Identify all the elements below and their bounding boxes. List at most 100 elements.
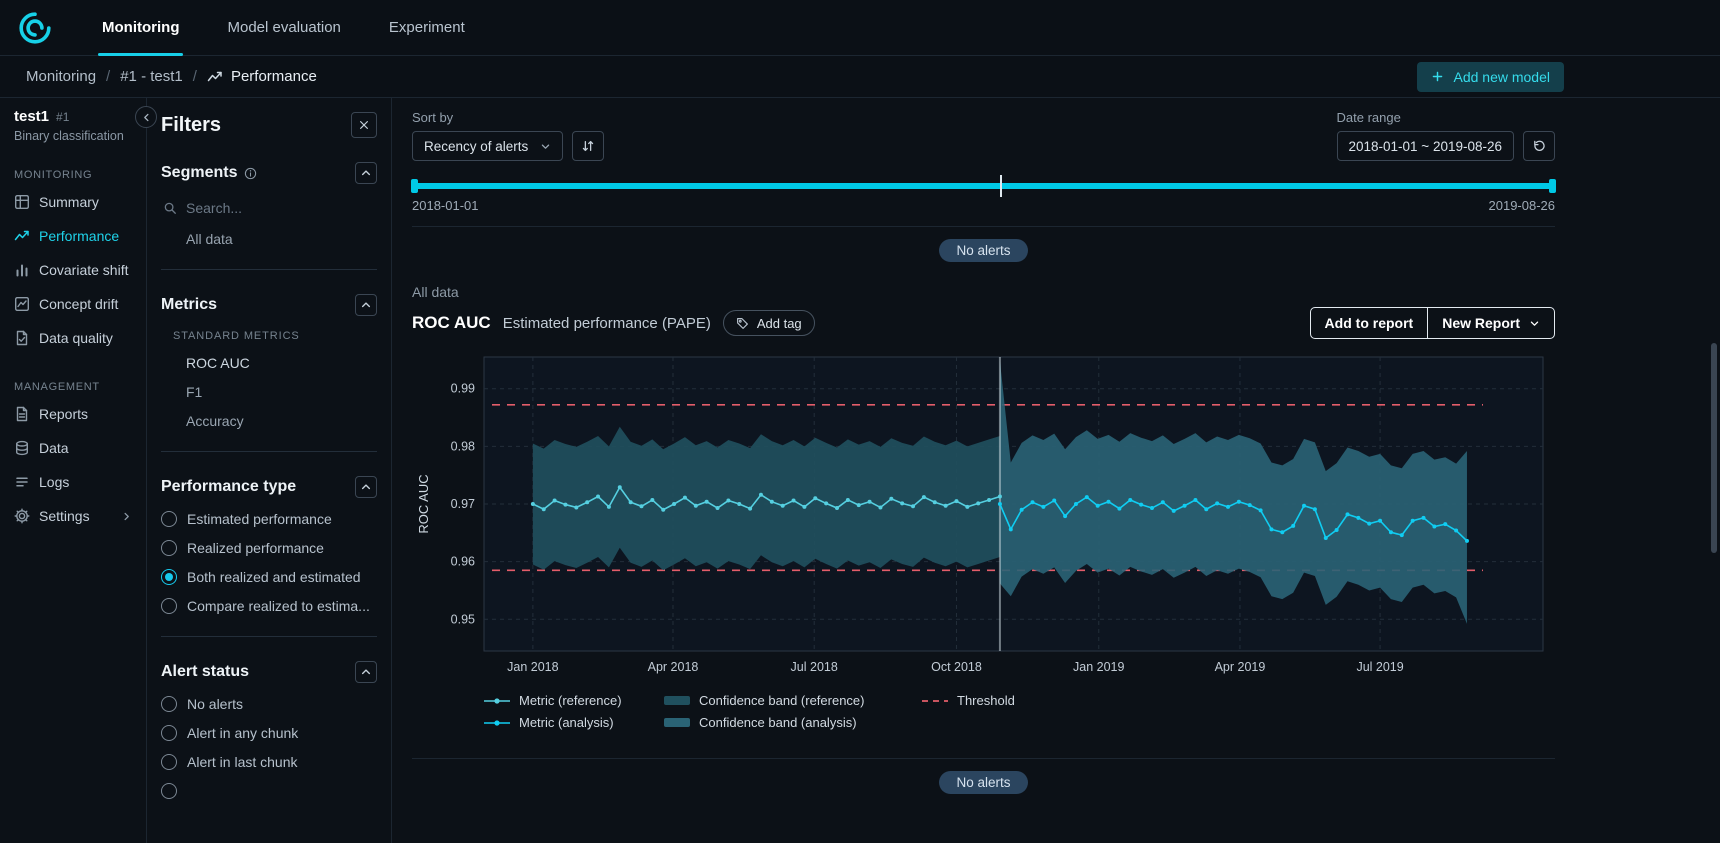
sort-direction-button[interactable] [572, 131, 604, 161]
radio-no-alerts[interactable]: No alerts [161, 695, 377, 712]
grid-icon [14, 194, 30, 210]
chevron-down-icon [1529, 318, 1540, 329]
sort-by-label: Sort by [412, 110, 604, 125]
breadcrumb: Monitoring / #1 - test1 / Performance Ad… [0, 56, 1720, 98]
bar-chart-icon [14, 262, 30, 278]
alert-status-collapse-button[interactable] [355, 661, 377, 683]
radio-alert-last-chunk[interactable]: Alert in last chunk [161, 753, 377, 770]
date-range-reset-button[interactable] [1523, 131, 1555, 161]
tag-icon [736, 317, 749, 330]
breadcrumb-separator: / [106, 68, 110, 85]
radio-circle[interactable] [161, 598, 177, 614]
chevron-right-icon [121, 511, 132, 522]
add-to-report-button[interactable]: Add to report [1311, 308, 1428, 338]
sort-arrows-icon [581, 139, 595, 153]
new-report-button[interactable]: New Report [1427, 308, 1554, 338]
tab-monitoring[interactable]: Monitoring [78, 0, 203, 56]
legend-metric-reference: Metric (reference) [484, 693, 664, 708]
top-nav: Monitoring Model evaluation Experiment [0, 0, 1720, 56]
chevron-down-icon [540, 141, 551, 152]
slider-end-date: 2019-08-26 [1489, 198, 1556, 213]
radio-circle[interactable] [161, 783, 177, 799]
filters-title: Filters [161, 114, 221, 137]
app-logo-icon[interactable] [18, 11, 52, 45]
band-swatch [664, 718, 690, 727]
divider [161, 451, 377, 452]
vertical-scrollbar[interactable] [1711, 343, 1717, 553]
chevron-up-icon [360, 167, 372, 179]
sidebar-item-covariate-shift[interactable]: Covariate shift [0, 253, 146, 287]
radio-circle[interactable] [161, 754, 177, 770]
segment-item-all-data[interactable]: All data [186, 231, 377, 247]
date-range-label: Date range [1337, 110, 1556, 125]
radio-circle-selected[interactable] [161, 569, 177, 585]
svg-text:0.95: 0.95 [451, 612, 475, 626]
segments-collapse-button[interactable] [355, 162, 377, 184]
radio-alert-partial[interactable] [161, 782, 377, 799]
chart-legend: Metric (reference) Confidence band (refe… [484, 693, 1555, 730]
filter-group-segments: Segments Search... All data [161, 162, 377, 247]
slider-track[interactable] [412, 183, 1555, 189]
sidebar-item-data-quality[interactable]: Data quality [0, 321, 146, 355]
svg-text:0.99: 0.99 [451, 382, 475, 396]
performance-chart[interactable]: 0.950.960.970.980.99Jan 2018Apr 2018Jul … [412, 351, 1555, 681]
history-icon [1532, 139, 1546, 153]
sidebar-section-monitoring: MONITORING [14, 169, 132, 181]
chevron-up-icon [360, 299, 372, 311]
radio-circle[interactable] [161, 696, 177, 712]
radio-estimated-performance[interactable]: Estimated performance [161, 510, 377, 527]
svg-text:ROC AUC: ROC AUC [416, 474, 431, 533]
sidebar-item-concept-drift[interactable]: Concept drift [0, 287, 146, 321]
metric-item-roc-auc[interactable]: ROC AUC [186, 355, 377, 371]
tab-experiment[interactable]: Experiment [365, 0, 489, 56]
dash-swatch [922, 696, 948, 706]
segments-search-input[interactable]: Search... [163, 200, 377, 216]
slider-handle-left[interactable] [411, 179, 418, 193]
report-button-group: Add to report New Report [1310, 307, 1555, 339]
sidebar-item-data[interactable]: Data [0, 431, 146, 465]
svg-text:Oct 2018: Oct 2018 [931, 660, 982, 674]
no-alerts-badge-next-section[interactable]: No alerts [939, 771, 1027, 794]
sort-by-select[interactable]: Recency of alerts [412, 131, 563, 161]
filter-group-performance-type: Performance type Estimated performance R… [161, 476, 377, 614]
add-tag-button[interactable]: Add tag [723, 310, 815, 336]
sidebar-item-reports[interactable]: Reports [0, 397, 146, 431]
model-name: test1 [14, 108, 49, 125]
no-alerts-badge[interactable]: No alerts [939, 239, 1027, 262]
radio-circle[interactable] [161, 725, 177, 741]
line-swatch [484, 696, 510, 706]
date-range-input[interactable]: 2018-01-01 ~ 2019-08-26 [1337, 131, 1515, 161]
info-icon[interactable] [244, 167, 257, 180]
model-id: #1 [56, 110, 69, 124]
sidebar-item-logs[interactable]: Logs [0, 465, 146, 499]
metrics-title: Metrics [161, 296, 217, 314]
chart-header: All data ROC AUC Estimated performance (… [412, 284, 1555, 339]
trend-icon [207, 69, 223, 85]
slider-handle-right[interactable] [1549, 179, 1556, 193]
radio-alert-any-chunk[interactable]: Alert in any chunk [161, 724, 377, 741]
trend-icon [14, 228, 30, 244]
radio-compare-realized[interactable]: Compare realized to estima... [161, 597, 377, 614]
breadcrumb-monitoring[interactable]: Monitoring [26, 68, 96, 85]
metric-item-accuracy[interactable]: Accuracy [186, 413, 377, 429]
add-new-model-button[interactable]: Add new model [1417, 62, 1564, 92]
svg-text:0.97: 0.97 [451, 497, 475, 511]
breadcrumb-model[interactable]: #1 - test1 [120, 68, 183, 85]
radio-circle[interactable] [161, 511, 177, 527]
metrics-collapse-button[interactable] [355, 294, 377, 316]
plus-icon [1431, 70, 1444, 83]
performance-type-collapse-button[interactable] [355, 476, 377, 498]
sidebar-item-settings[interactable]: Settings [0, 499, 146, 533]
tab-model-evaluation[interactable]: Model evaluation [203, 0, 364, 56]
radio-circle[interactable] [161, 540, 177, 556]
metric-item-f1[interactable]: F1 [186, 384, 377, 400]
radio-realized-performance[interactable]: Realized performance [161, 539, 377, 556]
slider-boundary-marker [1000, 175, 1002, 197]
sidebar-item-summary[interactable]: Summary [0, 185, 146, 219]
performance-type-title: Performance type [161, 478, 296, 496]
radio-both-realized-estimated[interactable]: Both realized and estimated [161, 568, 377, 585]
segments-title: Segments [161, 164, 237, 182]
sidebar-item-performance[interactable]: Performance [0, 219, 146, 253]
filters-close-button[interactable] [351, 112, 377, 138]
sidebar-collapse-button[interactable] [135, 106, 157, 128]
